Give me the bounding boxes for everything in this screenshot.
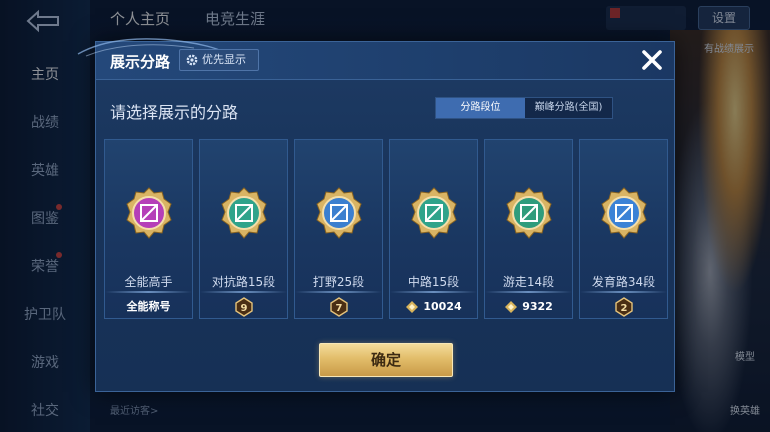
star-count: 9 — [240, 303, 247, 314]
confirm-button[interactable]: 确定 — [319, 343, 453, 377]
tab-peak-lane[interactable]: 巅峰分路(全国) — [525, 98, 612, 118]
card-divider — [485, 291, 572, 293]
title-label: 全能称号 — [126, 300, 171, 313]
peak-points-icon — [406, 301, 419, 313]
lane-card[interactable]: 发育路34段 2 — [579, 139, 668, 319]
rank-emblem-icon — [221, 187, 267, 239]
lane-card[interactable]: 中路15段 10024 — [389, 139, 478, 319]
lane-display-dialog: 展示分路 优先显示 请选择展示的分路 分路段位 巅峰分路(全国) 全能高手全能称… — [77, 38, 675, 392]
lane-card[interactable]: 游走14段 9322 — [484, 139, 573, 319]
rank-emblem-icon — [506, 187, 552, 239]
dialog-header: 展示分路 优先显示 — [77, 38, 674, 80]
lane-card-footer: 7 — [295, 296, 382, 318]
gear-icon — [186, 54, 198, 66]
lane-rank-label: 打野25段 — [312, 275, 365, 289]
lane-rank-label: 游走14段 — [502, 275, 555, 289]
star-medal-icon: 7 — [329, 297, 348, 317]
star-count: 7 — [335, 303, 342, 314]
lane-card[interactable]: 对抗路15段 9 — [199, 139, 288, 319]
star-medal-icon: 9 — [234, 297, 253, 317]
lane-rank-label: 发育路34段 — [591, 275, 656, 289]
card-divider — [295, 291, 382, 293]
star-count: 2 — [620, 303, 627, 314]
lane-card[interactable]: 全能高手 全能称号 — [104, 139, 193, 319]
card-divider — [200, 291, 287, 293]
peak-points-value: 10024 — [423, 300, 462, 313]
lane-card-footer: 2 — [580, 296, 667, 318]
card-divider — [580, 291, 667, 293]
rank-emblem-icon — [601, 187, 647, 239]
lane-card-footer: 9 — [200, 296, 287, 318]
priority-display-button[interactable]: 优先显示 — [179, 49, 259, 71]
lane-rank-label: 中路15段 — [407, 275, 460, 289]
lane-mode-tabs: 分路段位 巅峰分路(全国) — [435, 97, 613, 119]
peak-points-icon — [505, 301, 518, 313]
lane-card-footer: 全能称号 — [105, 296, 192, 318]
star-medal-icon: 2 — [614, 297, 633, 317]
tab-lane-rank[interactable]: 分路段位 — [436, 98, 525, 118]
lane-rank-label: 全能高手 — [124, 275, 173, 289]
rank-emblem-icon — [126, 187, 172, 239]
rank-emblem-icon — [411, 187, 457, 239]
card-divider — [105, 291, 192, 293]
peak-points-value: 9322 — [522, 300, 553, 313]
lane-rank-label: 对抗路15段 — [211, 275, 276, 289]
dialog-title: 展示分路 — [110, 53, 171, 71]
close-icon[interactable] — [638, 46, 666, 74]
lane-card-footer: 9322 — [485, 296, 572, 318]
lane-card-footer: 10024 — [390, 296, 477, 318]
priority-display-label: 优先显示 — [202, 53, 246, 66]
card-divider — [390, 291, 477, 293]
rank-emblem-icon — [316, 187, 362, 239]
dialog-subtitle: 请选择展示的分路 — [110, 103, 239, 122]
lane-card[interactable]: 打野25段 7 — [294, 139, 383, 319]
lane-cards: 全能高手 全能称号 对抗路15段 9 打野25段 7 中路15段 10024 游走14段 9322… — [104, 139, 668, 319]
